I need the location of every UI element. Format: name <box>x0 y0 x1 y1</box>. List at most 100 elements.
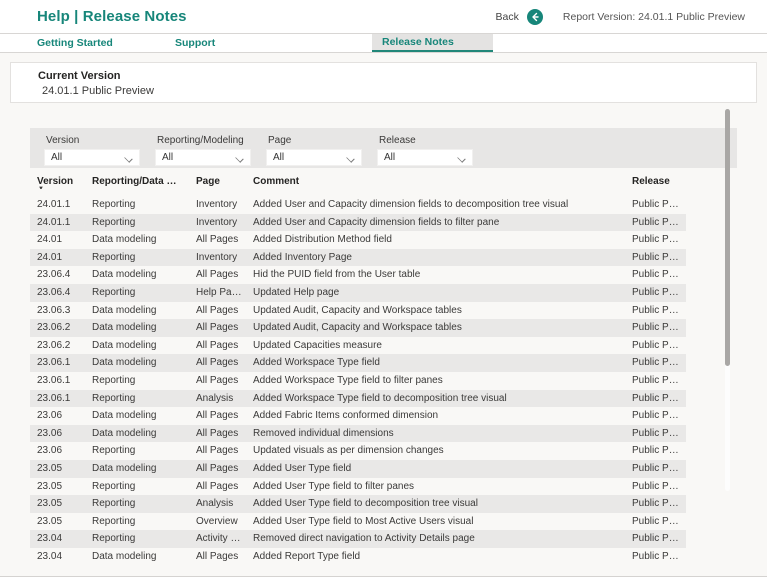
current-version-value: 24.01.1 Public Preview <box>42 85 756 97</box>
cell-release: Public Preview <box>625 372 686 390</box>
table-row[interactable]: 23.04ReportingActivity DetailRemoved dir… <box>30 530 686 548</box>
cell-model: Data modeling <box>85 460 189 478</box>
cell-model: Reporting <box>85 372 189 390</box>
table-row[interactable]: 23.06Data modelingAll PagesRemoved indiv… <box>30 425 686 443</box>
table-scrollbar-thumb[interactable] <box>725 109 730 366</box>
cell-comment: Updated Audit, Capacity and Workspace ta… <box>246 302 625 320</box>
cell-version: 23.04 <box>30 530 85 548</box>
cell-comment: Added Distribution Method field <box>246 231 625 249</box>
table-row[interactable]: 23.04Data modelingAll PagesAdded Report … <box>30 548 686 566</box>
cell-version: 23.06.4 <box>30 284 85 302</box>
table-row[interactable]: 23.06.1ReportingAnalysisAdded Workspace … <box>30 390 686 408</box>
cell-comment: Removed direct navigation to Activity De… <box>246 530 625 548</box>
cell-comment: Added Fabric Items conformed dimension <box>246 407 625 425</box>
column-header-page[interactable]: Page <box>189 175 246 189</box>
release-dropdown[interactable]: All <box>377 149 473 166</box>
page-dropdown[interactable]: All <box>266 149 362 166</box>
table-scrollbar-track[interactable] <box>725 109 730 491</box>
tab-release-notes[interactable]: Release Notes <box>372 34 493 52</box>
table-row[interactable]: 23.06.3Data modelingAll PagesUpdated Aud… <box>30 302 686 320</box>
cell-comment: Added Report Type field <box>246 548 625 566</box>
cell-model: Reporting <box>85 495 189 513</box>
tab-support[interactable]: Support <box>165 34 275 52</box>
cell-comment: Added Workspace Type field to decomposit… <box>246 390 625 408</box>
cell-release: Public Preview <box>625 460 686 478</box>
column-header-reporting-data-modeling[interactable]: Reporting/Data modeling <box>85 175 189 189</box>
cell-version: 24.01 <box>30 249 85 267</box>
reporting-modeling-dropdown[interactable]: All <box>155 149 251 166</box>
cell-comment: Updated Capacities measure <box>246 337 625 355</box>
cell-comment: Added User Type field to filter panes <box>246 478 625 496</box>
tab-label: Release Notes <box>382 36 454 48</box>
cell-model: Reporting <box>85 390 189 408</box>
cell-release: Public Preview <box>625 530 686 548</box>
cell-page: All Pages <box>189 425 246 443</box>
cell-page: All Pages <box>189 407 246 425</box>
cell-release: Public Preview <box>625 478 686 496</box>
cell-release: Public Preview <box>625 284 686 302</box>
cell-release: Public Preview <box>625 319 686 337</box>
cell-model: Reporting <box>85 513 189 531</box>
table-row[interactable]: 23.06Data modelingAll PagesAdded Fabric … <box>30 407 686 425</box>
table-row[interactable]: 23.06.1Data modelingAll PagesAdded Works… <box>30 354 686 372</box>
back-button[interactable] <box>527 9 543 25</box>
cell-page: All Pages <box>189 302 246 320</box>
cell-version: 23.05 <box>30 460 85 478</box>
cell-page: All Pages <box>189 460 246 478</box>
column-header-version[interactable]: Version ▼ <box>30 175 85 189</box>
cell-page: All Pages <box>189 337 246 355</box>
cell-comment: Updated Help page <box>246 284 625 302</box>
cell-page: All Pages <box>189 478 246 496</box>
cell-release: Public Preview <box>625 495 686 513</box>
filter-label: Page <box>268 135 362 146</box>
cell-comment: Added User and Capacity dimension fields… <box>246 196 625 214</box>
cell-version: 23.06.1 <box>30 354 85 372</box>
table-row[interactable]: 23.05ReportingAll PagesAdded User Type f… <box>30 478 686 496</box>
table-row[interactable]: 23.06.4Data modelingAll PagesHid the PUI… <box>30 266 686 284</box>
cell-version: 23.06.1 <box>30 390 85 408</box>
cell-comment: Updated visuals as per dimension changes <box>246 442 625 460</box>
table-row[interactable]: 23.06.1ReportingAll PagesAdded Workspace… <box>30 372 686 390</box>
cell-comment: Added User Type field <box>246 460 625 478</box>
cell-comment: Hid the PUID field from the User table <box>246 266 625 284</box>
cell-page: Overview <box>189 513 246 531</box>
cell-page: Inventory <box>189 214 246 232</box>
cell-version: 23.06.2 <box>30 337 85 355</box>
cell-model: Data modeling <box>85 354 189 372</box>
cell-model: Reporting <box>85 478 189 496</box>
cell-version: 23.06.4 <box>30 266 85 284</box>
table-row[interactable]: 23.05ReportingAnalysisAdded User Type fi… <box>30 495 686 513</box>
cell-release: Public Preview <box>625 266 686 284</box>
cell-model: Reporting <box>85 249 189 267</box>
cell-page: Analysis <box>189 495 246 513</box>
tab-label: Getting Started <box>37 37 113 49</box>
table-row[interactable]: 23.06.2Data modelingAll PagesUpdated Aud… <box>30 319 686 337</box>
table-row[interactable]: 23.05ReportingOverviewAdded User Type fi… <box>30 513 686 531</box>
table-row[interactable]: 24.01.1ReportingInventoryAdded User and … <box>30 196 686 214</box>
cell-page: Analysis <box>189 390 246 408</box>
table-row[interactable]: 24.01ReportingInventoryAdded Inventory P… <box>30 249 686 267</box>
table-row[interactable]: 24.01Data modelingAll PagesAdded Distrib… <box>30 231 686 249</box>
column-header-comment[interactable]: Comment <box>246 175 625 189</box>
table-row[interactable]: 23.06ReportingAll PagesUpdated visuals a… <box>30 442 686 460</box>
table-row[interactable]: 24.01.1ReportingInventoryAdded User and … <box>30 214 686 232</box>
cell-comment: Added Workspace Type field to filter pan… <box>246 372 625 390</box>
chevron-down-icon <box>125 154 133 162</box>
filter-label: Version <box>46 135 140 146</box>
cell-release: Public Preview <box>625 249 686 267</box>
table-row[interactable]: 23.06.4ReportingHelp PageUpdated Help pa… <box>30 284 686 302</box>
cell-release: Public Preview <box>625 407 686 425</box>
table-row[interactable]: 23.05Data modelingAll PagesAdded User Ty… <box>30 460 686 478</box>
cell-model: Data modeling <box>85 231 189 249</box>
cell-version: 23.06 <box>30 425 85 443</box>
column-header-release[interactable]: Release <box>625 175 686 189</box>
version-dropdown[interactable]: All <box>44 149 140 166</box>
tab-getting-started[interactable]: Getting Started <box>27 34 137 52</box>
dropdown-value: All <box>162 152 173 163</box>
header-right: Back Report Version: 24.01.1 Public Prev… <box>496 9 745 25</box>
cell-model: Data modeling <box>85 548 189 566</box>
table-row[interactable]: 23.06.2Data modelingAll PagesUpdated Cap… <box>30 337 686 355</box>
cell-page: Inventory <box>189 196 246 214</box>
cell-release: Public Preview <box>625 302 686 320</box>
cell-release: Public Preview <box>625 196 686 214</box>
